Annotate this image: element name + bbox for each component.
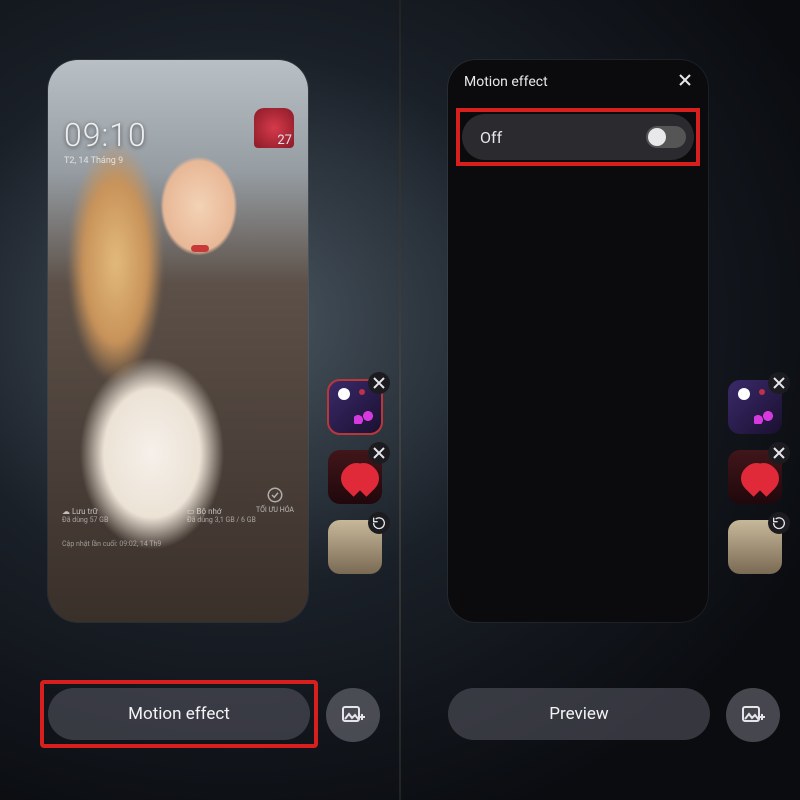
lockscreen-clock: 09:10 xyxy=(64,116,147,154)
effect-thumb-music[interactable] xyxy=(328,380,382,434)
close-icon xyxy=(372,446,386,460)
last-updated: Cập nhật lần cuối: 09:02, 14 Th9 xyxy=(62,540,161,548)
motion-effect-toggle-row[interactable]: Off xyxy=(462,114,694,160)
memory-used: Đã dùng 3,1 GB / 6 GB xyxy=(187,516,294,524)
preview-button[interactable]: Preview xyxy=(448,688,710,740)
effect-thumbnail-list xyxy=(728,380,782,574)
memory-title: Bộ nhớ xyxy=(197,507,222,516)
motion-effect-switch[interactable] xyxy=(646,126,686,148)
effect-thumb-heart[interactable] xyxy=(328,450,382,504)
switch-knob xyxy=(648,128,666,146)
close-icon xyxy=(772,446,786,460)
thumb-remove[interactable] xyxy=(368,442,390,464)
refresh-icon xyxy=(371,515,387,531)
effect-thumbnail-list xyxy=(328,380,382,574)
calendar-heart-widget[interactable] xyxy=(254,108,294,148)
add-image-button[interactable] xyxy=(326,688,380,742)
add-image-icon xyxy=(341,703,365,727)
add-image-icon xyxy=(741,703,765,727)
optimize-button[interactable]: TỐI ƯU HÓA xyxy=(256,486,294,514)
lockscreen-date: T2, 14 Tháng 9 xyxy=(64,156,123,166)
close-icon xyxy=(772,376,786,390)
sheet-close-button[interactable] xyxy=(678,73,692,91)
motion-effect-sheet: Motion effect Off xyxy=(448,60,708,622)
close-icon xyxy=(678,73,692,87)
effect-thumb-heart[interactable] xyxy=(728,450,782,504)
panel-left: 09:10 T2, 14 Tháng 9 ☁ Lưu trữ Đã dùng 5… xyxy=(0,0,400,800)
thumb-refresh[interactable] xyxy=(368,512,390,534)
motion-effect-label: Motion effect xyxy=(128,704,230,724)
toggle-label: Off xyxy=(480,128,502,147)
motion-effect-button[interactable]: Motion effect xyxy=(48,688,310,740)
effect-thumb-photo[interactable] xyxy=(328,520,382,574)
thumb-remove[interactable] xyxy=(768,372,790,394)
panel-right: Motion effect Off xyxy=(400,0,800,800)
lockscreen-preview[interactable]: 09:10 T2, 14 Tháng 9 ☁ Lưu trữ Đã dùng 5… xyxy=(48,60,308,622)
sheet-header: Motion effect xyxy=(448,60,708,104)
thumb-remove[interactable] xyxy=(768,442,790,464)
thumb-remove[interactable] xyxy=(368,372,390,394)
close-icon xyxy=(372,376,386,390)
bottom-bar: Motion effect xyxy=(48,686,310,742)
refresh-icon xyxy=(771,515,787,531)
preview-label: Preview xyxy=(549,704,608,724)
bottom-bar: Preview xyxy=(448,686,710,742)
storage-title: Lưu trữ xyxy=(72,507,98,516)
storage-used: Đã dùng 57 GB xyxy=(62,516,169,524)
effect-thumb-photo[interactable] xyxy=(728,520,782,574)
thumb-refresh[interactable] xyxy=(768,512,790,534)
sheet-title: Motion effect xyxy=(464,74,548,90)
effect-thumb-music[interactable] xyxy=(728,380,782,434)
add-image-button[interactable] xyxy=(726,688,780,742)
